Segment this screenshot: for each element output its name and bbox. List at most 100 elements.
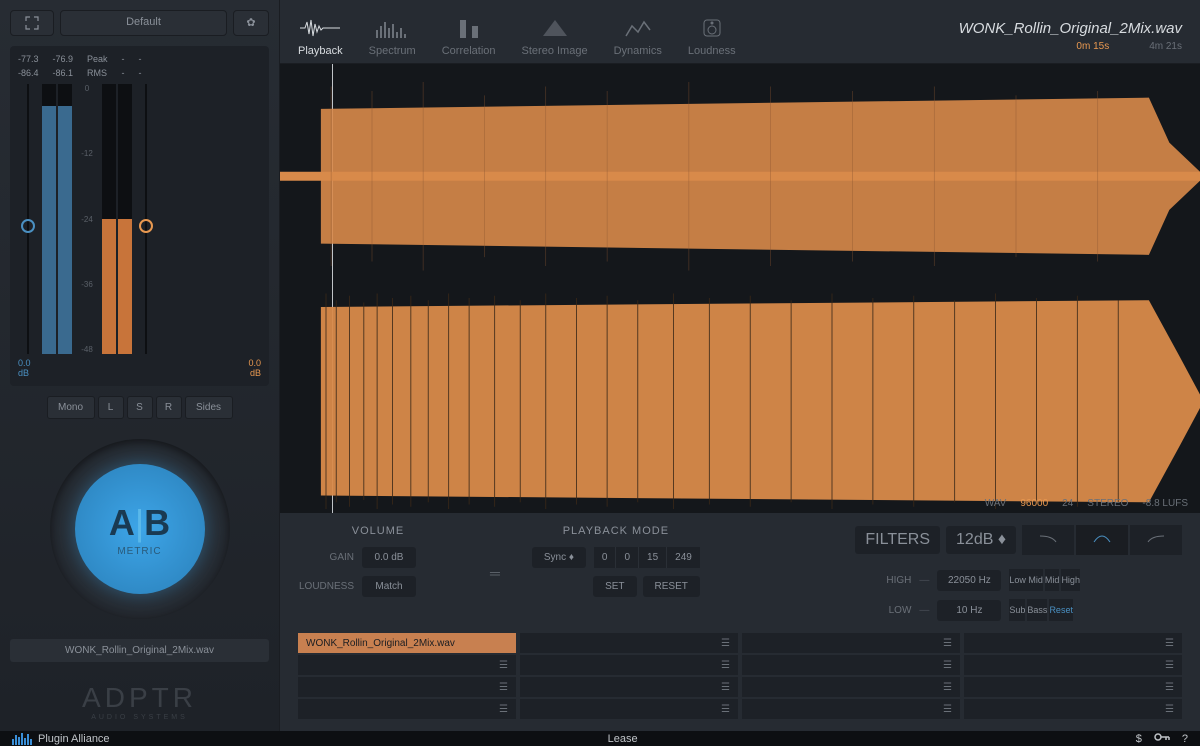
link-icon[interactable]: ═ bbox=[490, 565, 500, 581]
time-current: 0m 15s bbox=[1076, 41, 1109, 52]
waveform-overview bbox=[280, 64, 1200, 289]
playlist-slot-5[interactable]: ☰ bbox=[298, 655, 516, 675]
speaker-icon bbox=[701, 15, 723, 41]
gear-icon: ✿ bbox=[246, 17, 255, 29]
playlist: WONK_Rollin_Original_2Mix.wav☰ ☰ ☰ ☰ ☰ ☰… bbox=[298, 633, 1182, 719]
peak-l: -77.3 bbox=[18, 54, 39, 64]
playback-title: PLAYBACK MODE bbox=[532, 525, 700, 537]
preset-bass[interactable]: Bass bbox=[1027, 599, 1047, 621]
playlist-slot-14[interactable]: ☰ bbox=[520, 699, 738, 719]
meter-panel: -77.3 -86.4 -76.9 -86.1 Peak RMS - - - bbox=[10, 46, 269, 386]
preset-high[interactable]: High bbox=[1061, 569, 1080, 591]
mono-button[interactable]: Mono bbox=[47, 396, 95, 419]
highpass-shape[interactable] bbox=[1130, 525, 1182, 555]
gain-slider-a[interactable] bbox=[18, 84, 38, 354]
peak-r: -76.9 bbox=[53, 54, 74, 64]
brand-logo: ADPTR AUDIO SYSTEMS bbox=[10, 682, 269, 721]
volume-title: VOLUME bbox=[298, 525, 458, 537]
rms-r: -86.1 bbox=[53, 68, 74, 78]
tab-loudness[interactable]: Loudness bbox=[688, 15, 736, 57]
left-button[interactable]: L bbox=[98, 396, 124, 419]
playlist-slot-8[interactable]: ☰ bbox=[964, 655, 1182, 675]
hamburger-icon[interactable]: ☰ bbox=[721, 638, 730, 649]
time-total: 4m 21s bbox=[1149, 41, 1182, 52]
purchase-button[interactable]: $ bbox=[1136, 733, 1142, 745]
playlist-slot-7[interactable]: ☰ bbox=[742, 655, 960, 675]
right-button[interactable]: R bbox=[156, 396, 182, 419]
sync-selector[interactable]: Sync ♦ bbox=[532, 547, 586, 568]
db-val-b: 0.0 bbox=[248, 358, 261, 368]
playlist-slot-15[interactable]: ☰ bbox=[742, 699, 960, 719]
bandpass-shape[interactable] bbox=[1076, 525, 1128, 555]
match-button[interactable]: Match bbox=[362, 576, 416, 597]
playlist-slot-12[interactable]: ☰ bbox=[964, 677, 1182, 697]
peak-b-l: - bbox=[122, 54, 125, 64]
set-button[interactable]: SET bbox=[593, 576, 636, 597]
tab-correlation[interactable]: Correlation bbox=[442, 15, 496, 57]
preset-sub[interactable]: Sub bbox=[1009, 599, 1025, 621]
preset-selector[interactable]: Default bbox=[60, 10, 227, 36]
reset-button[interactable]: RESET bbox=[643, 576, 700, 597]
ab-toggle[interactable]: A|B METRIC bbox=[75, 464, 205, 594]
playlist-slot-11[interactable]: ☰ bbox=[742, 677, 960, 697]
hamburger-icon[interactable]: ☰ bbox=[1165, 638, 1174, 649]
gain-slider-b[interactable] bbox=[136, 84, 156, 354]
playlist-slot-6[interactable]: ☰ bbox=[520, 655, 738, 675]
help-button[interactable]: ? bbox=[1182, 733, 1188, 745]
filter-slope[interactable]: 12dB ♦ bbox=[946, 526, 1016, 554]
stereo-icon bbox=[539, 15, 571, 41]
wave-bit: 24 bbox=[1062, 498, 1073, 509]
waveform-display[interactable]: WAV 96000 24 STEREO -8.8 LUFS bbox=[280, 64, 1200, 513]
timecode[interactable]: 0015249 bbox=[594, 547, 700, 568]
metric-label: METRIC bbox=[117, 546, 161, 557]
peak-b-r: - bbox=[139, 54, 142, 64]
hamburger-icon[interactable]: ☰ bbox=[499, 638, 508, 649]
playlist-slot-16[interactable]: ☰ bbox=[964, 699, 1182, 719]
spectrum-icon bbox=[376, 15, 408, 41]
hamburger-icon[interactable]: ☰ bbox=[943, 638, 952, 649]
meter-a-r bbox=[58, 84, 72, 354]
playlist-slot-10[interactable]: ☰ bbox=[520, 677, 738, 697]
dynamics-icon bbox=[624, 15, 652, 41]
wave-lufs: -8.8 LUFS bbox=[1142, 498, 1188, 509]
settings-button[interactable]: ✿ bbox=[233, 10, 269, 36]
peak-label: Peak bbox=[87, 54, 108, 64]
playlist-slot-9[interactable]: ☰ bbox=[298, 677, 516, 697]
side-button[interactable]: S bbox=[127, 396, 153, 419]
tab-spectrum[interactable]: Spectrum bbox=[369, 15, 416, 57]
preset-lowmid[interactable]: Low Mid bbox=[1009, 569, 1043, 591]
lowpass-shape[interactable] bbox=[1022, 525, 1074, 555]
sides-button[interactable]: Sides bbox=[185, 396, 233, 419]
sidebar-filename[interactable]: WONK_Rollin_Original_2Mix.wav bbox=[10, 639, 269, 662]
tab-playback[interactable]: Playback bbox=[298, 15, 343, 57]
ab-dial: A|B METRIC bbox=[50, 439, 230, 619]
wave-channels: STEREO bbox=[1087, 498, 1128, 509]
header-filename: WONK_Rollin_Original_2Mix.wav bbox=[959, 20, 1182, 37]
playlist-slot-2[interactable]: ☰ bbox=[520, 633, 738, 653]
high-freq[interactable]: 22050 Hz bbox=[937, 570, 1001, 591]
rms-b-r: - bbox=[139, 68, 142, 78]
gain-value[interactable]: 0.0 dB bbox=[362, 547, 416, 568]
tab-dynamics[interactable]: Dynamics bbox=[614, 15, 662, 57]
plugin-alliance-logo: Plugin Alliance bbox=[12, 733, 110, 745]
meter-scale: 0-12-24-36-48 bbox=[76, 84, 98, 354]
preset-mid[interactable]: Mid bbox=[1045, 569, 1060, 591]
rms-l: -86.4 bbox=[18, 68, 39, 78]
waveform-icon bbox=[300, 15, 340, 41]
waveform-detail bbox=[280, 289, 1200, 514]
playlist-slot-4[interactable]: ☰ bbox=[964, 633, 1182, 653]
preset-reset[interactable]: Reset bbox=[1049, 599, 1073, 621]
expand-button[interactable] bbox=[10, 10, 54, 36]
wave-samplerate: 96000 bbox=[1020, 498, 1048, 509]
correlation-icon bbox=[456, 15, 482, 41]
meter-b-r bbox=[118, 84, 132, 354]
playlist-slot-1[interactable]: WONK_Rollin_Original_2Mix.wav☰ bbox=[298, 633, 516, 653]
expand-icon bbox=[25, 16, 39, 30]
tab-stereo[interactable]: Stereo Image bbox=[522, 15, 588, 57]
playlist-slot-13[interactable]: ☰ bbox=[298, 699, 516, 719]
key-icon[interactable] bbox=[1154, 732, 1170, 745]
filters-button[interactable]: FILTERS bbox=[855, 526, 940, 554]
low-freq[interactable]: 10 Hz bbox=[937, 600, 1001, 621]
wave-format: WAV bbox=[985, 498, 1007, 509]
playlist-slot-3[interactable]: ☰ bbox=[742, 633, 960, 653]
